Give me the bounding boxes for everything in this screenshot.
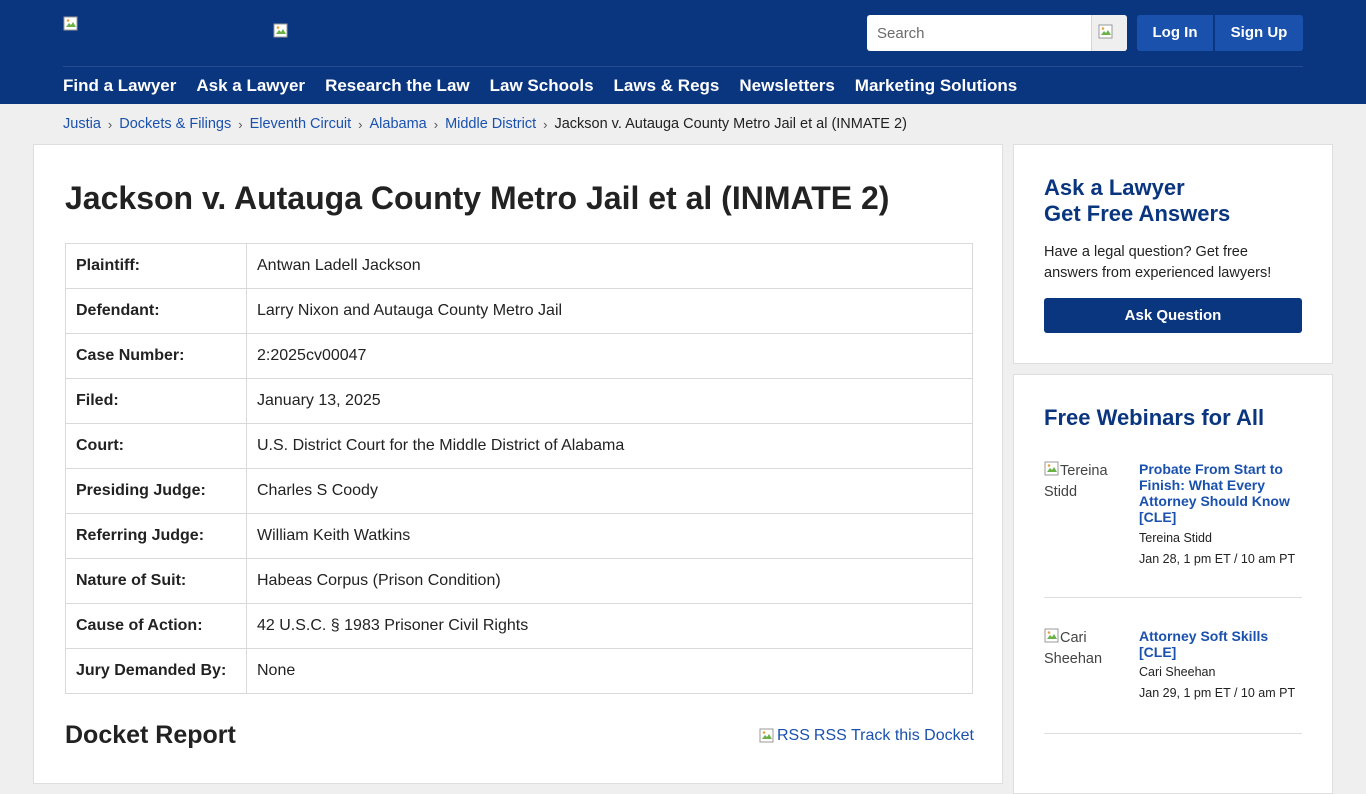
breadcrumb-separator: › (107, 116, 113, 132)
breadcrumb-current: Jackson v. Autauga County Metro Jail et … (554, 116, 907, 132)
webinar-presenter: Tereina Stidd (1139, 531, 1212, 545)
rss-track-label[interactable]: RSS Track this Docket (814, 727, 974, 745)
webinars-title: Free Webinars for All (1044, 405, 1265, 430)
breadcrumb-separator: › (433, 116, 439, 132)
nav-laws-and-regs[interactable]: Laws & Regs (614, 75, 720, 97)
fact-value: January 13, 2025 (246, 378, 973, 424)
rss-icon (759, 728, 775, 744)
table-row: Defendant: Larry Nixon and Autauga County… (65, 288, 973, 334)
breadcrumb-separator: › (543, 116, 548, 132)
webinar-divider (1044, 597, 1302, 598)
rss-track-link[interactable]: RSS RSS Track this Docket (759, 727, 974, 745)
justia-logo[interactable] (63, 16, 79, 32)
nav-law-schools[interactable]: Law Schools (490, 75, 594, 97)
case-facts-table: Plaintiff: Antwan Ladell Jackson Defendan… (65, 243, 973, 694)
presenter-photo[interactable]: Cari Sheehan (1044, 628, 1124, 670)
fact-value: Larry Nixon and Autauga County Metro Jai… (246, 288, 973, 334)
table-row: Plaintiff: Antwan Ladell Jackson (65, 243, 973, 289)
webinar-divider (1044, 733, 1302, 734)
fact-value: Charles S Coody (246, 468, 973, 514)
rss-icon-alt-text: RSS (777, 727, 810, 744)
breadcrumb-eleventh-circuit[interactable]: Eleventh Circuit (250, 116, 352, 132)
table-row: Referring Judge: William Keith Watkins (65, 513, 973, 559)
table-row: Jury Demanded By: None (65, 648, 973, 694)
broken-image-icon (1044, 628, 1060, 644)
webinar-title-link[interactable]: Attorney Soft Skills [CLE] (1139, 628, 1299, 660)
table-row: Presiding Judge: Charles S Coody (65, 468, 973, 514)
fact-label: Defendant: (65, 288, 247, 334)
breadcrumb-alabama[interactable]: Alabama (369, 116, 426, 132)
breadcrumb-middle-district[interactable]: Middle District (445, 116, 536, 132)
fact-label: Case Number: (65, 333, 247, 379)
fact-label: Cause of Action: (65, 603, 247, 649)
table-row: Cause of Action: 42 U.S.C. § 1983 Prisone… (65, 603, 973, 649)
dockets-logo[interactable] (273, 23, 289, 39)
fact-label: Presiding Judge: (65, 468, 247, 514)
table-row: Filed: January 13, 2025 (65, 378, 973, 424)
nav-newsletters[interactable]: Newsletters (739, 75, 834, 97)
search-box (867, 15, 1127, 51)
login-button[interactable]: Log In (1137, 15, 1213, 51)
webinar-time: Jan 29, 1 pm ET / 10 am PT (1139, 686, 1296, 700)
ask-lawyer-card: Ask a Lawyer Get Free Answers Have a leg… (1013, 144, 1333, 364)
search-input[interactable] (867, 15, 1091, 51)
page-title: Jackson v. Autauga County Metro Jail et … (65, 180, 890, 216)
main-nav: Find a Lawyer Ask a Lawyer Research the … (63, 75, 1037, 97)
search-icon (1098, 24, 1114, 40)
signup-button[interactable]: Sign Up (1215, 15, 1303, 51)
fact-label: Court: (65, 423, 247, 469)
fact-value: U.S. District Court for the Middle Distr… (246, 423, 973, 469)
fact-value: 42 U.S.C. § 1983 Prisoner Civil Rights (246, 603, 973, 649)
fact-value: William Keith Watkins (246, 513, 973, 559)
fact-label: Plaintiff: (65, 243, 247, 289)
ask-lawyer-title-line1: Ask a Lawyer (1044, 175, 1185, 200)
breadcrumb: Justia › Dockets & Filings › Eleventh Ci… (63, 115, 907, 133)
header-divider (63, 66, 1303, 67)
case-card: Jackson v. Autauga County Metro Jail et … (33, 144, 1003, 784)
webinar-presenter: Cari Sheehan (1139, 665, 1216, 679)
table-row: Nature of Suit: Habeas Corpus (Prison Con… (65, 558, 973, 604)
docket-report-heading: Docket Report (65, 721, 236, 749)
ask-lawyer-title-line2: Get Free Answers (1044, 201, 1231, 226)
ask-lawyer-description: Have a legal question? Get free answers … (1044, 244, 1272, 281)
fact-value: Habeas Corpus (Prison Condition) (246, 558, 973, 604)
fact-label: Filed: (65, 378, 247, 424)
nav-ask-a-lawyer[interactable]: Ask a Lawyer (196, 75, 305, 97)
ask-lawyer-title: Ask a Lawyer Get Free Answers (1044, 175, 1230, 227)
presenter-photo[interactable]: Tereina Stidd (1044, 461, 1124, 503)
fact-label: Nature of Suit: (65, 558, 247, 604)
table-row: Court: U.S. District Court for the Middle… (65, 423, 973, 469)
breadcrumb-separator: › (238, 116, 243, 132)
fact-value: 2:2025cv00047 (246, 333, 973, 379)
fact-label: Jury Demanded By: (65, 648, 247, 694)
breadcrumb-separator: › (358, 116, 363, 132)
table-row: Case Number: 2:2025cv00047 (65, 333, 973, 379)
breadcrumb-justia[interactable]: Justia (63, 116, 101, 132)
ask-question-button[interactable]: Ask Question (1044, 298, 1302, 333)
fact-label: Referring Judge: (65, 513, 247, 559)
site-header: Log In Sign Up Find a Lawyer Ask a Lawye… (0, 0, 1366, 104)
broken-image-icon (1044, 461, 1060, 477)
search-button[interactable] (1091, 15, 1127, 51)
nav-find-a-lawyer[interactable]: Find a Lawyer (63, 75, 176, 97)
fact-value: Antwan Ladell Jackson (246, 243, 973, 289)
webinar-title-link[interactable]: Probate From Start to Finish: What Every… (1139, 461, 1299, 525)
breadcrumb-dockets-filings[interactable]: Dockets & Filings (119, 116, 231, 132)
fact-value: None (246, 648, 973, 694)
nav-research-the-law[interactable]: Research the Law (325, 75, 470, 97)
webinar-time: Jan 28, 1 pm ET / 10 am PT (1139, 552, 1296, 566)
nav-marketing-solutions[interactable]: Marketing Solutions (855, 75, 1017, 97)
webinars-card: Free Webinars for All Tereina Stidd Prob… (1013, 374, 1333, 794)
